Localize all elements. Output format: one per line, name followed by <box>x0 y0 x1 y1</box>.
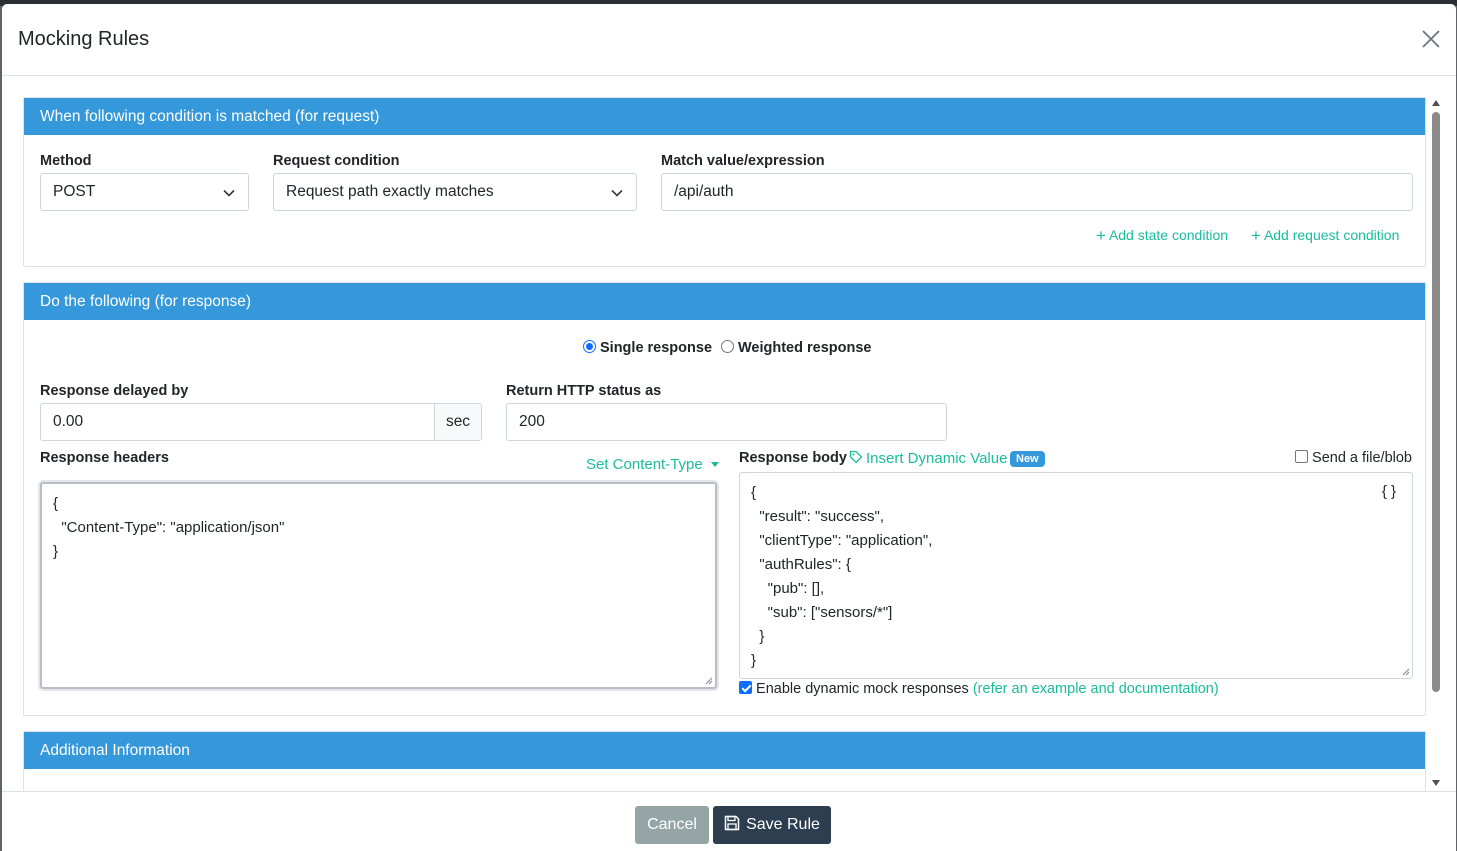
response-headers-label: Response headers <box>40 450 169 466</box>
add-request-condition-link[interactable]: + Add request condition <box>1251 225 1399 245</box>
modal-body-scrollbar[interactable] <box>1432 98 1440 788</box>
chevron-down-icon <box>611 189 623 197</box>
save-rule-button[interactable]: Save Rule <box>713 806 831 844</box>
new-badge: New <box>1010 451 1045 467</box>
close-button[interactable] <box>1418 26 1444 52</box>
scroll-down-icon[interactable] <box>1432 780 1440 786</box>
method-select[interactable]: POST <box>40 173 249 211</box>
status-value: 200 <box>519 413 545 430</box>
format-json-button[interactable]: { } <box>1382 483 1396 500</box>
send-file-blob-checkbox[interactable]: Send a file/blob <box>1295 450 1412 466</box>
floppy-disk-icon <box>724 815 740 831</box>
insert-dynamic-value-link[interactable]: Insert Dynamic Value <box>849 450 1007 467</box>
radio-checked <box>583 340 596 353</box>
response-headers-code: { "Content-Type": "application/json" } <box>53 495 285 560</box>
resize-handle-icon <box>705 677 713 685</box>
request-condition-select[interactable]: Request path exactly matches <box>273 173 637 211</box>
delay-unit-addon: sec <box>434 403 482 441</box>
weighted-response-label: Weighted response <box>738 340 872 356</box>
documentation-link[interactable]: (refer an example and documentation) <box>973 681 1219 697</box>
checkbox-checked <box>739 681 752 694</box>
request-condition-value: Request path exactly matches <box>286 183 494 200</box>
caret-down-icon <box>710 462 719 467</box>
single-response-label: Single response <box>600 340 713 356</box>
modal-body: When following condition is matched (for… <box>2 77 1456 791</box>
response-body-label: Response body <box>739 450 847 466</box>
enable-dynamic-checkbox[interactable]: Enable dynamic mock responses (refer an … <box>739 681 1219 697</box>
response-body-textarea[interactable]: { "result": "success", "clientType": "ap… <box>739 472 1413 679</box>
close-icon <box>1422 30 1440 48</box>
request-condition-label: Request condition <box>273 153 400 169</box>
insert-dynamic-value-label: Insert Dynamic Value <box>866 450 1008 467</box>
mocking-rules-modal: Mocking Rules When following condition i… <box>2 4 1456 851</box>
add-state-condition-label: Add state condition <box>1108 227 1229 243</box>
single-response-radio[interactable]: Single response <box>583 340 712 356</box>
request-condition-card: When following condition is matched (for… <box>23 97 1426 267</box>
plus-icon: + <box>1251 226 1261 245</box>
status-label: Return HTTP status as <box>506 383 662 399</box>
enable-dynamic-label: Enable dynamic mock responses <box>756 681 969 697</box>
delay-input[interactable]: 0.00 <box>40 403 435 441</box>
save-rule-label: Save Rule <box>746 816 820 833</box>
add-request-condition-label: Add request condition <box>1263 227 1400 243</box>
match-value-label: Match value/expression <box>661 153 825 169</box>
set-content-type-label: Set Content-Type <box>586 456 703 473</box>
method-label: Method <box>40 153 92 169</box>
radio-unchecked <box>721 340 734 353</box>
response-card-header: Do the following (for response) <box>24 283 1425 320</box>
checkbox-unchecked <box>1295 450 1308 463</box>
status-input[interactable]: 200 <box>506 403 947 441</box>
plus-icon: + <box>1096 226 1106 245</box>
add-state-condition-link[interactable]: + Add state condition <box>1096 225 1228 245</box>
match-value-input[interactable]: /api/auth <box>661 173 1413 211</box>
cancel-label: Cancel <box>647 816 697 833</box>
request-card-header: When following condition is matched (for… <box>24 98 1425 135</box>
scroll-up-icon[interactable] <box>1432 100 1440 106</box>
response-body-code: { "result": "success", "clientType": "ap… <box>751 484 933 669</box>
modal-footer: Cancel Save Rule <box>2 791 1456 851</box>
delay-label: Response delayed by <box>40 383 189 399</box>
send-file-blob-label: Send a file/blob <box>1312 450 1412 466</box>
response-headers-textarea[interactable]: { "Content-Type": "application/json" } <box>40 482 717 689</box>
additional-card-header[interactable]: Additional Information <box>24 732 1425 769</box>
cancel-button[interactable]: Cancel <box>635 806 709 844</box>
tag-icon <box>849 450 863 464</box>
delay-value: 0.00 <box>53 413 84 430</box>
weighted-response-radio[interactable]: Weighted response <box>721 340 871 356</box>
match-value-text: /api/auth <box>674 183 734 200</box>
modal-title: Mocking Rules <box>18 28 150 50</box>
chevron-down-icon <box>223 189 235 197</box>
format-json-label: { } <box>1381 483 1396 500</box>
set-content-type-dropdown[interactable]: Set Content-Type <box>586 456 719 473</box>
scrollbar-thumb[interactable] <box>1432 112 1440 692</box>
delay-unit: sec <box>445 413 471 430</box>
method-value: POST <box>53 183 96 200</box>
additional-information-card: Additional Information <box>23 731 1426 791</box>
modal-header: Mocking Rules <box>2 4 1456 76</box>
response-card: Do the following (for response) Single r… <box>23 282 1426 716</box>
new-badge-label: New <box>1016 453 1039 465</box>
resize-handle-icon <box>1402 668 1410 676</box>
